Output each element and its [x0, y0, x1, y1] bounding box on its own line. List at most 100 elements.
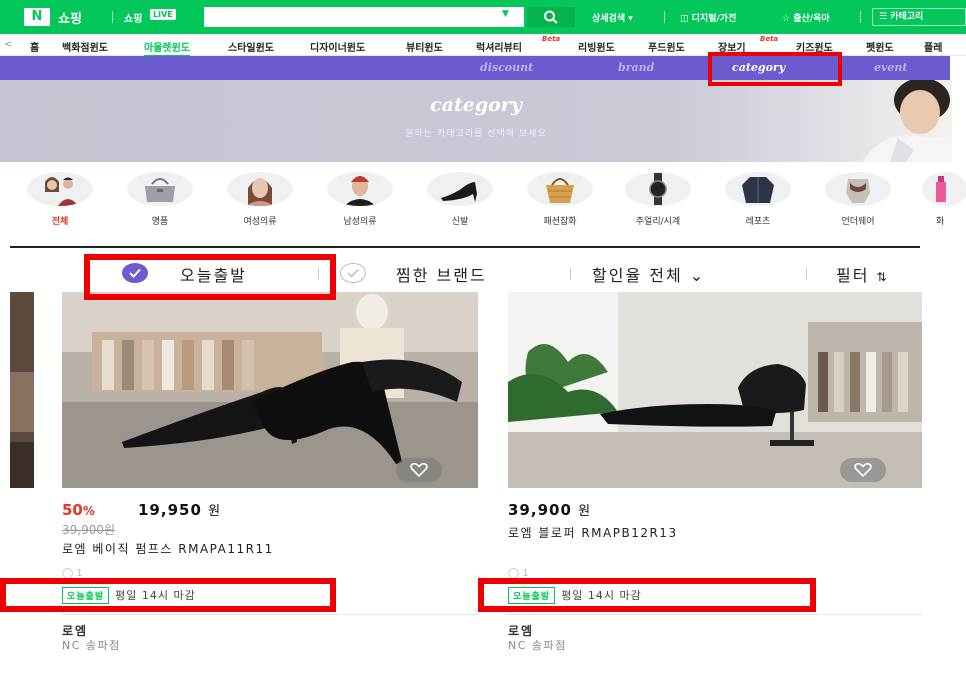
chevron-down-icon: ▾ — [628, 14, 633, 24]
search-dropdown-icon[interactable]: ▼ — [502, 9, 509, 19]
heel-shoe-icon — [427, 172, 493, 206]
nav-item-grocery[interactable]: 장보기 Beta — [718, 35, 778, 54]
ship-deadline: 평일 14시 마감 — [561, 589, 642, 602]
nav-item-play[interactable]: 플레 — [924, 39, 942, 54]
tab-brand[interactable]: brand — [618, 61, 654, 74]
baby-label: 출산/육아 — [793, 14, 830, 24]
review-count-value: 1 — [522, 568, 529, 579]
original-price: 39,900원 — [62, 523, 116, 537]
review-count: ◯ 1 — [62, 568, 83, 579]
ship-deadline: 평일 14시 마감 — [115, 589, 196, 602]
underwear-icon — [825, 172, 891, 206]
category-label: 남성의류 — [343, 217, 377, 227]
sort-arrows-icon: ⇅ — [876, 270, 889, 284]
product-image[interactable] — [508, 292, 922, 488]
beta-badge: Beta — [760, 35, 779, 43]
currency: 원 — [578, 504, 592, 519]
category-all[interactable]: 전체 — [20, 172, 100, 227]
chevron-down-icon: ⌄ — [689, 266, 706, 285]
digital-menu[interactable]: ◫ 디지털/가전 — [680, 11, 736, 24]
category-womens-clothing[interactable]: 여성의류 — [220, 172, 300, 227]
nav-item-kids[interactable]: 키즈윈도 — [796, 39, 833, 54]
store-name[interactable]: NC 송파점 — [62, 637, 121, 653]
naver-logo[interactable]: N — [24, 8, 50, 26]
review-icon: ◯ — [62, 568, 74, 579]
outlet-sub-nav: discount brand category event — [0, 56, 950, 80]
heart-icon — [410, 463, 428, 477]
price-value: 39,900 — [508, 501, 572, 519]
filter-bar: 오늘출발 찜한 브랜드 할인율 전체 ⌄ 필터 ⇅ — [0, 250, 966, 290]
category-shoes[interactable]: 신발 — [420, 172, 500, 227]
category-all-button[interactable]: ☰ 카테고리 — [872, 8, 966, 26]
category-mens-clothing[interactable]: 남성의류 — [320, 172, 400, 227]
tab-category[interactable]: category — [732, 61, 785, 74]
sale-price: 39,900 원 — [508, 500, 591, 519]
today-ship-check-icon[interactable] — [122, 263, 148, 283]
category-leisure-sports[interactable]: 레포츠 — [718, 172, 798, 227]
category-label: 여성의류 — [243, 217, 277, 227]
detail-search-label: 상세검색 — [592, 14, 626, 24]
category-label: 신발 — [451, 217, 469, 227]
detail-search-button[interactable]: 상세검색 ▾ — [592, 11, 633, 24]
nav-item-style[interactable]: 스타일윈도 — [228, 39, 274, 54]
discount-unit: % — [82, 504, 95, 518]
shipping-info: 오늘출발 평일 14시 마감 — [508, 584, 642, 606]
shopping-page: N 쇼핑 쇼핑 LIVE ▼ 상세검색 ▾ ◫ 디지털/가전 ☆ 출산/육아 ☰… — [0, 0, 966, 674]
today-ship-badge: 오늘출발 — [508, 586, 556, 604]
product-name[interactable]: 로엠 베이직 펌프스 RMAPA11R11 — [62, 540, 274, 557]
live-badge[interactable]: LIVE — [150, 9, 176, 20]
card-divider — [508, 614, 922, 615]
liked-brand-filter[interactable]: 찜한 브랜드 — [396, 262, 487, 286]
search-button[interactable] — [527, 7, 575, 27]
tab-event[interactable]: event — [874, 61, 907, 74]
product-name[interactable]: 로엠 블로퍼 RMAPB12R13 — [508, 524, 678, 541]
review-icon: ◯ — [508, 568, 520, 579]
header-separator — [112, 11, 113, 23]
nav-item-home[interactable]: 홈 — [30, 39, 39, 54]
currency: 원 — [208, 504, 222, 519]
category-cosmetics[interactable]: 화 — [912, 172, 966, 227]
category-label: 화 — [936, 217, 945, 227]
category-jewelry-watch[interactable]: 주얼리/시계 — [618, 172, 698, 227]
woman-icon — [227, 172, 293, 206]
couple-icon — [27, 172, 93, 206]
nav-item-beauty[interactable]: 뷰티윈도 — [406, 39, 443, 54]
search-input[interactable] — [204, 7, 524, 27]
sale-price: 19,950 원 — [138, 500, 221, 519]
today-ship-filter[interactable]: 오늘출발 — [180, 262, 247, 286]
nav-item-food[interactable]: 푸드윈도 — [648, 39, 685, 54]
category-luxury[interactable]: 명품 — [120, 172, 200, 227]
filter-separator — [570, 268, 571, 280]
partial-product-image[interactable] — [10, 292, 34, 488]
nav-item-designer[interactable]: 디자이너윈도 — [310, 39, 365, 54]
liked-brand-check-icon[interactable] — [340, 263, 366, 283]
handbag-icon — [127, 172, 193, 206]
discount-rate: 50% — [62, 501, 95, 519]
shopping-logo-text[interactable]: 쇼핑 — [58, 8, 82, 27]
wishlist-heart-button[interactable] — [840, 458, 886, 482]
nav-prev-arrow[interactable]: < — [4, 39, 12, 50]
discount-rate-label: 할인율 전체 — [592, 266, 683, 285]
nav-item-outlet[interactable]: 아울렛윈도 — [144, 39, 190, 57]
filter-label: 필터 — [836, 266, 870, 285]
section-divider — [10, 246, 920, 248]
baby-menu[interactable]: ☆ 출산/육아 — [782, 11, 830, 24]
nav-item-living[interactable]: 리빙윈도 — [578, 39, 615, 54]
camera-icon: ◫ — [680, 14, 689, 24]
filter-button[interactable]: 필터 ⇅ — [836, 262, 889, 286]
store-name[interactable]: NC 송파점 — [508, 637, 567, 653]
digital-label: 디지털/가전 — [691, 14, 737, 24]
nav-item-luxury-beauty[interactable]: 럭셔리뷰티 Beta — [476, 35, 560, 54]
category-fashion-goods[interactable]: 패션잡화 — [520, 172, 600, 227]
category-underwear[interactable]: 언더웨어 — [818, 172, 898, 227]
review-count-value: 1 — [76, 568, 83, 579]
wishlist-heart-button[interactable] — [396, 458, 442, 482]
shopping-live-label[interactable]: 쇼핑 — [124, 10, 142, 25]
jacket-icon — [725, 172, 791, 206]
discount-rate-dropdown[interactable]: 할인율 전체 ⌄ — [592, 262, 705, 286]
price-value: 19,950 — [138, 501, 202, 519]
nav-item-pet[interactable]: 펫윈도 — [866, 39, 894, 54]
product-image[interactable] — [62, 292, 478, 488]
nav-item-department[interactable]: 백화점윈도 — [62, 39, 108, 54]
tab-discount[interactable]: discount — [480, 61, 533, 74]
